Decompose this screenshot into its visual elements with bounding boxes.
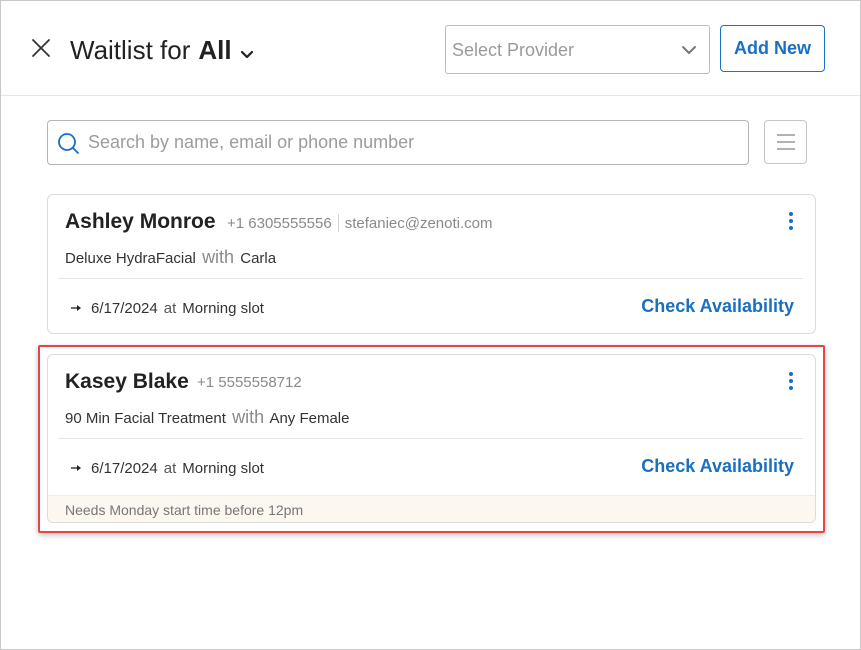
service-name: 90 Min Facial Treatment	[65, 410, 226, 427]
arrow-right-icon	[70, 300, 82, 317]
contact-divider	[337, 214, 339, 232]
requested-slot: 6/17/2024 at Morning slot	[70, 460, 264, 477]
guest-phone: +1 5555558712	[197, 374, 302, 391]
guest-note-bar: Needs Monday start time before 12pm	[48, 495, 815, 522]
close-button[interactable]	[29, 36, 53, 60]
page-title: Waitlist for All	[70, 34, 254, 67]
slot-date: 6/17/2024	[91, 300, 158, 317]
chevron-down-icon	[681, 43, 697, 61]
kebab-menu-icon	[789, 212, 793, 230]
kebab-menu-icon	[789, 372, 793, 390]
service-line: 90 Min Facial Treatment with Any Female	[65, 407, 349, 428]
guest-name: Kasey Blake	[65, 370, 189, 393]
card-divider	[58, 438, 803, 439]
arrow-right-icon	[70, 460, 82, 477]
check-availability-link[interactable]: Check Availability	[641, 456, 794, 477]
card-divider	[58, 278, 803, 279]
requested-slot: 6/17/2024 at Morning slot	[70, 300, 264, 317]
panel-header: Waitlist for All Select Provider Add New	[1, 1, 860, 96]
at-label: at	[163, 300, 177, 317]
guest-phone: +1 6305555556	[227, 214, 332, 232]
slot-time: Morning slot	[182, 300, 264, 317]
title-prefix: Waitlist for	[70, 35, 191, 65]
close-icon	[32, 39, 50, 57]
search-icon	[57, 132, 81, 161]
check-availability-link[interactable]: Check Availability	[641, 296, 794, 317]
hamburger-menu-icon	[776, 133, 796, 156]
guest-contact: +1 6305555556 stefaniec@zenoti.com	[227, 214, 493, 232]
at-label: at	[163, 460, 177, 477]
waitlist-panel: Waitlist for All Select Provider Add New…	[0, 0, 861, 650]
card-options-button[interactable]	[781, 209, 801, 233]
add-new-button[interactable]: Add New	[720, 25, 825, 72]
guest-email: stefaniec@zenoti.com	[344, 214, 493, 232]
slot-date: 6/17/2024	[91, 460, 158, 477]
search-input[interactable]	[88, 121, 738, 164]
service-line: Deluxe HydraFacial with Carla	[65, 247, 276, 268]
slot-time: Morning slot	[182, 460, 264, 477]
waitlist-card: Kasey Blake +1 5555558712 90 Min Facial …	[47, 354, 816, 523]
provider-select-placeholder: Select Provider	[452, 40, 575, 60]
card-options-button[interactable]	[781, 369, 801, 393]
waitlist-scope-dropdown[interactable]: All	[198, 35, 231, 66]
guest-contact: +1 5555558712	[197, 374, 302, 391]
provider-name: Any Female	[269, 410, 350, 427]
scope-chevron-down-icon[interactable]	[240, 36, 254, 67]
list-options-button[interactable]	[764, 120, 807, 164]
with-label: with	[202, 247, 235, 267]
search-field[interactable]	[47, 120, 749, 165]
provider-select[interactable]: Select Provider	[445, 25, 710, 74]
waitlist-card: Ashley Monroe +1 6305555556 stefaniec@ze…	[47, 194, 816, 334]
guest-note: Needs Monday start time before 12pm	[65, 502, 304, 518]
provider-name: Carla	[240, 250, 277, 267]
service-name: Deluxe HydraFacial	[65, 250, 196, 267]
guest-name: Ashley Monroe	[65, 210, 216, 233]
with-label: with	[232, 407, 265, 427]
